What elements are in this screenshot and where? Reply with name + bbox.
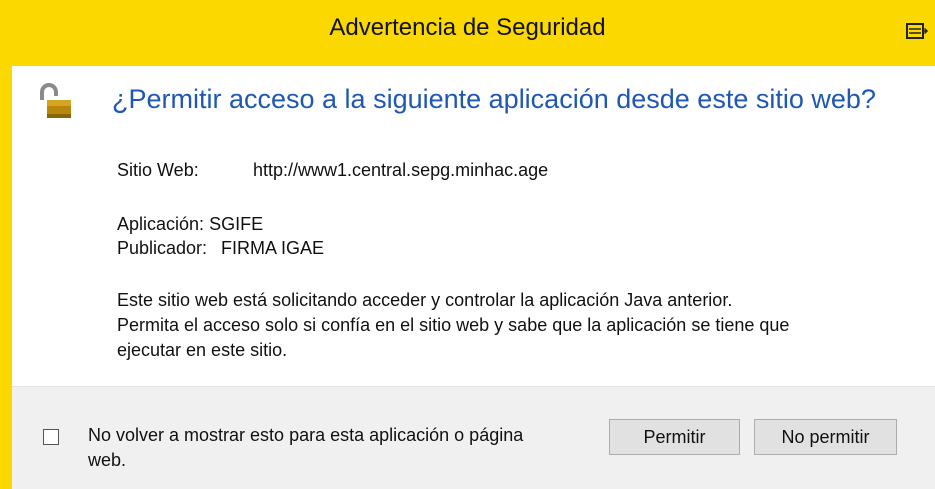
dialog-footer: No volver a mostrar esto para esta aplic… — [12, 386, 935, 489]
warning-message-line: ejecutar en este sitio. — [117, 340, 288, 360]
application-value: SGIFE — [209, 214, 264, 234]
dialog-title: Advertencia de Seguridad — [329, 14, 606, 41]
dialog-content: ¿Permitir acceso a la siguiente aplicaci… — [12, 66, 935, 386]
application-row: Aplicación: SGIFE — [117, 214, 263, 235]
website-row: Sitio Web: http://www1.central.sepg.minha… — [117, 160, 548, 181]
application-label: Aplicación: — [117, 214, 205, 234]
warning-message: Este sitio web está solicitando acceder … — [117, 288, 927, 363]
website-value: http://www1.central.sepg.minhac.age — [253, 160, 549, 180]
allow-button[interactable]: Permitir — [609, 419, 740, 455]
title-bar[interactable]: Advertencia de Seguridad — [0, 0, 935, 66]
website-label: Sitio Web: — [117, 160, 199, 180]
publisher-row: Publicador: FIRMA IGAE — [117, 238, 324, 259]
security-warning-dialog: Advertencia de Seguridad ¿Permitir acces… — [0, 0, 935, 489]
warning-message-line: Este sitio web está solicitando acceder … — [117, 290, 733, 310]
dialog-body: ¿Permitir acceso a la siguiente aplicaci… — [12, 66, 935, 489]
dont-show-again-checkbox[interactable] — [43, 429, 59, 445]
publisher-value: FIRMA IGAE — [221, 238, 325, 258]
warning-message-line: Permita el acceso solo si confía en el s… — [117, 315, 790, 335]
unlocked-padlock-icon — [35, 82, 75, 122]
permission-question: ¿Permitir acceso a la siguiente aplicaci… — [112, 84, 876, 114]
dont-show-again-label[interactable]: No volver a mostrar esto para esta aplic… — [88, 423, 548, 473]
restore-window-icon[interactable] — [905, 20, 929, 42]
deny-button[interactable]: No permitir — [754, 419, 897, 455]
publisher-label: Publicador: — [117, 238, 208, 258]
